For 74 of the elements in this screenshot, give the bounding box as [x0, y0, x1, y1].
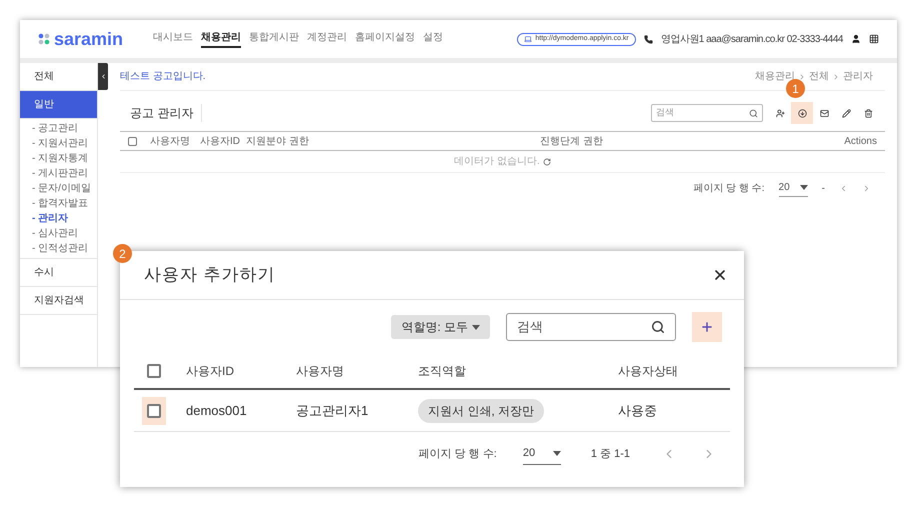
phone-icon	[644, 34, 653, 44]
role-chip: 지원서 인쇄, 저장만	[418, 398, 544, 422]
breadcrumb-link[interactable]: 전체	[809, 69, 829, 84]
pencil-icon	[842, 108, 850, 118]
dialog-title: 사용자 추가하기	[144, 264, 276, 286]
notice-text: 테스트 공고입니다.	[120, 70, 206, 84]
sidebar-subitem[interactable]: - 인적성관리	[20, 241, 97, 256]
rows-per-page-select[interactable]: 20	[522, 443, 561, 465]
nav-tab[interactable]: 통합게시판	[249, 30, 300, 48]
checkbox[interactable]	[147, 404, 161, 418]
caret-icon	[552, 451, 561, 456]
nav-tab[interactable]: 계정관리	[307, 30, 348, 48]
rows-per-page-label: 페이지 당 행 수:	[418, 446, 497, 462]
nav-tab[interactable]: 대시보드	[153, 30, 194, 48]
search-icon	[651, 320, 665, 334]
chevron-left-icon	[100, 73, 106, 80]
checkbox[interactable]	[147, 364, 161, 378]
empty-message: 데이터가 없습니다.	[454, 155, 540, 169]
rows-per-page-select[interactable]: 20	[778, 180, 808, 196]
table-cell-text: 공고관리자1	[296, 402, 370, 420]
column-header: 사용자명	[150, 134, 191, 148]
column-header: 조직역할	[418, 363, 467, 380]
breadcrumb-link[interactable]: 관리자	[843, 69, 873, 84]
column-header: 사용자ID	[186, 363, 235, 380]
breadcrumb-separator-icon	[798, 72, 806, 80]
contact-text: 영업사원1 aaa@saramin.co.kr 02-3333-4444	[660, 32, 843, 46]
mail-icon	[820, 108, 828, 118]
user-icon[interactable]	[851, 34, 861, 44]
sidebar-subitem[interactable]: - 지원자통계	[20, 151, 97, 166]
page-range: -	[822, 182, 825, 196]
previous-page-icon[interactable]	[839, 184, 848, 192]
column-header: Actions	[843, 134, 877, 148]
sidebar-subitem[interactable]: - 심사관리	[20, 226, 97, 241]
sidebar-subitem[interactable]: - 게시판관리	[20, 166, 97, 181]
sidebar-subitem[interactable]: - 관리자	[20, 211, 97, 226]
column-header: 진행단계 권한	[539, 134, 604, 148]
sidebar-item[interactable]: 수시	[20, 259, 97, 287]
caret-icon	[800, 184, 808, 190]
download-icon	[798, 108, 806, 118]
trash-icon	[864, 108, 872, 118]
nav-tab[interactable]: 채용관리	[201, 30, 242, 48]
add-user-icon	[776, 108, 784, 118]
role-filter-chip[interactable]: 역할명: 모두	[391, 315, 490, 339]
panel-title: 공고 관리자	[120, 104, 202, 122]
column-header: 지원분야 권한	[246, 134, 310, 148]
sidebar-subitem[interactable]: - 합격자발표	[20, 196, 97, 211]
logo-dots-icon	[38, 33, 50, 45]
plus-icon	[700, 320, 714, 334]
logo: saramin	[54, 30, 124, 48]
next-page-icon[interactable]	[862, 184, 871, 192]
table-cell-text: 사용중	[618, 402, 657, 420]
nav-tab[interactable]: 홈페이지설정	[355, 30, 416, 48]
sidebar-item[interactable]: 지원자검색	[20, 287, 97, 315]
apps-grid-icon[interactable]	[869, 34, 879, 44]
close-icon[interactable]	[712, 267, 728, 283]
column-header: 사용자상태	[618, 363, 678, 380]
nav-tab[interactable]: 설정	[423, 30, 444, 48]
refresh-icon[interactable]	[542, 158, 551, 166]
sidebar-item[interactable]: 일반	[20, 91, 97, 119]
sidebar-subitem[interactable]: - 문자/이메일	[20, 181, 97, 196]
breadcrumb-separator-icon	[832, 72, 840, 80]
search-icon	[749, 108, 758, 118]
checkbox[interactable]	[128, 136, 137, 146]
column-header: 사용자ID	[200, 134, 241, 148]
rows-per-page-label: 페이지 당 행 수:	[693, 182, 765, 196]
table-cell-text: demos001	[186, 402, 248, 420]
sidebar-subitem[interactable]: - 공고관리	[20, 121, 97, 136]
caret-icon	[472, 324, 480, 330]
search-field[interactable]: 검색	[506, 313, 676, 341]
sidebar-subitem[interactable]: - 지원서관리	[20, 136, 97, 151]
download-button[interactable]	[791, 102, 813, 124]
laptop-icon	[524, 35, 532, 43]
page-range: 1 중 1-1	[590, 446, 630, 462]
column-header: 사용자명	[296, 363, 345, 380]
